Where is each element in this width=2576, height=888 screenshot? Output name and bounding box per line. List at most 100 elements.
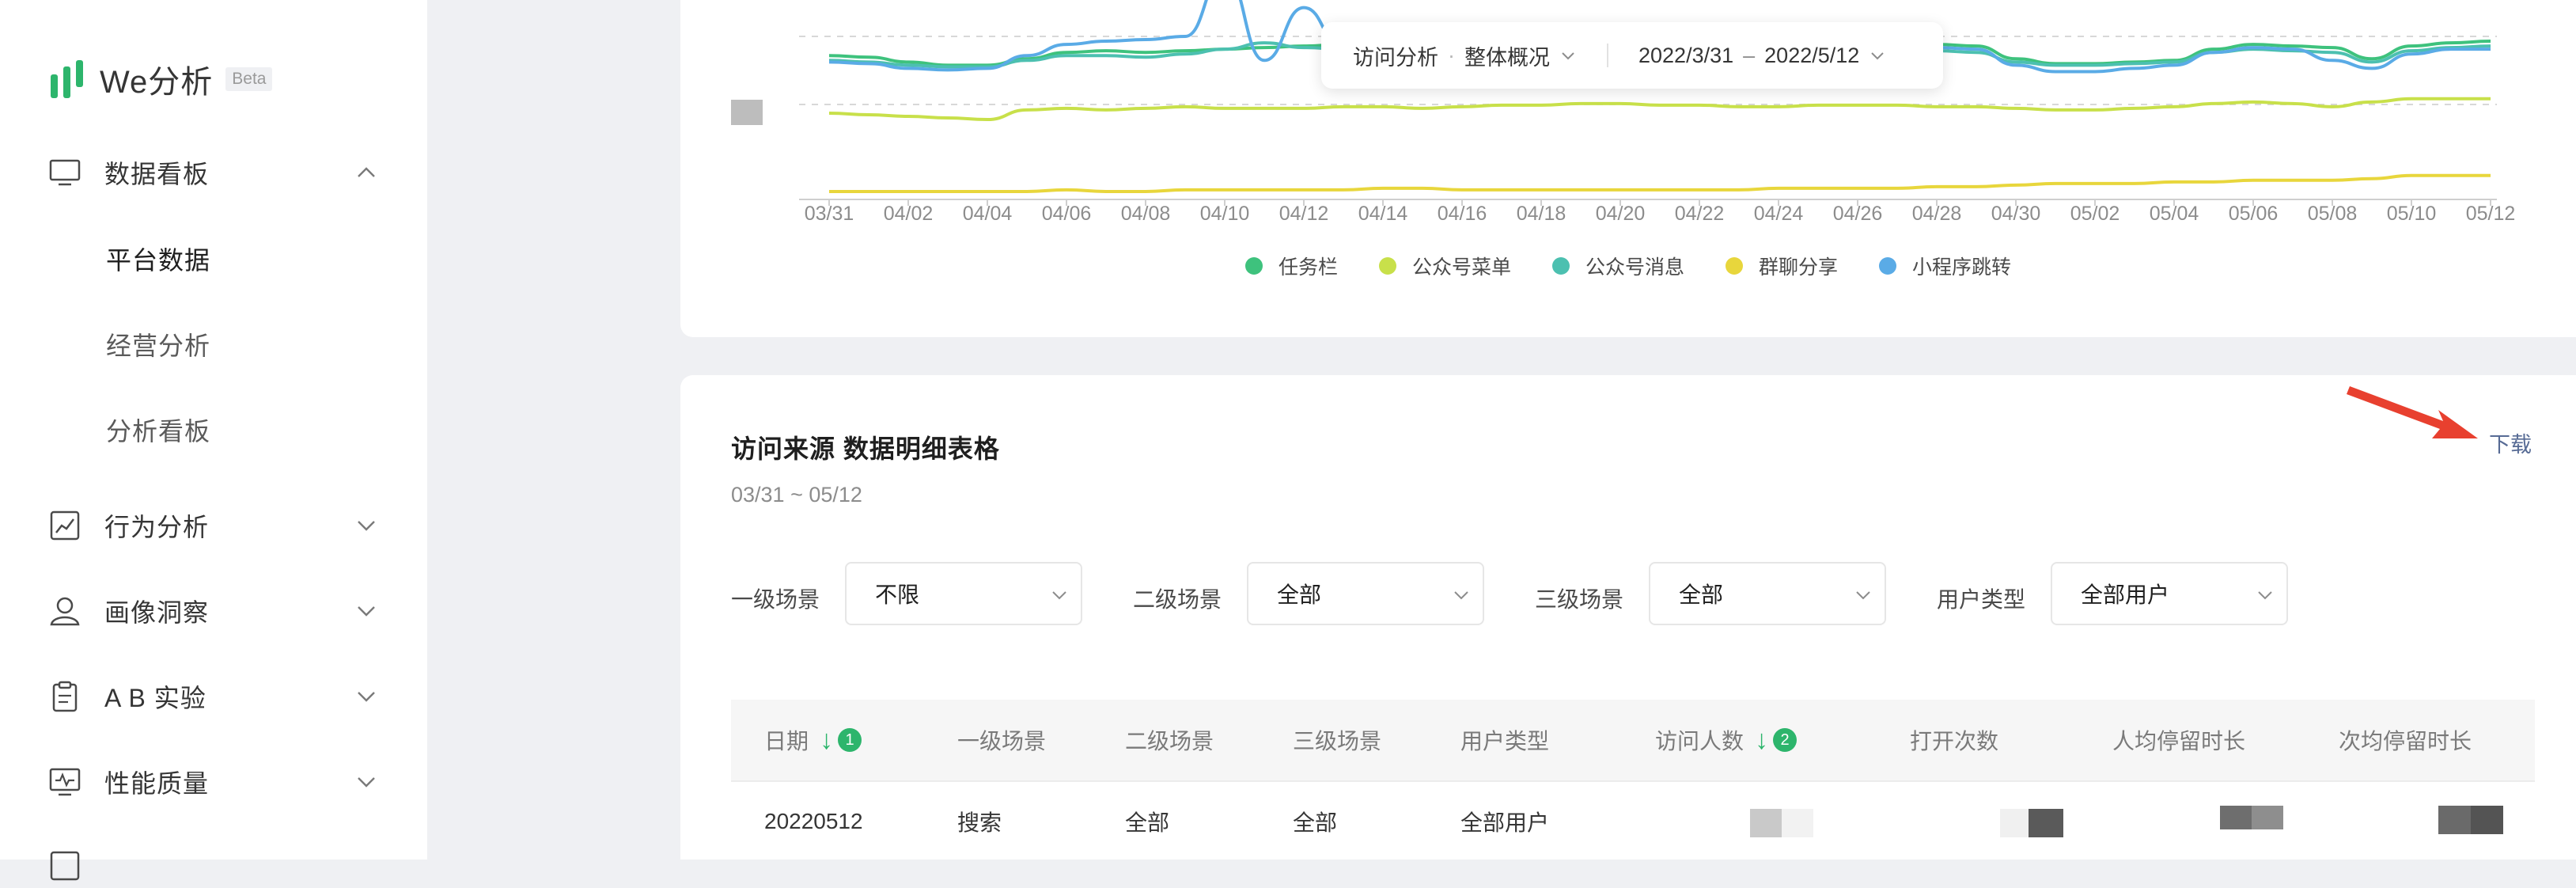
x-tick-label: 04/02 — [884, 203, 934, 225]
scope-label: 整体概况 — [1464, 45, 1550, 70]
legend-dot-icon — [1551, 257, 1570, 275]
legend-item[interactable]: 群聊分享 — [1726, 252, 1838, 280]
filter-value: 不限 — [875, 583, 920, 607]
we-analysis-logo-icon — [51, 60, 83, 98]
menu-item-behavior-analysis[interactable]: 行为分析 — [47, 503, 380, 548]
sort-order-badge: 2 — [1773, 728, 1798, 752]
menu-item-portrait-insight[interactable]: 画像洞察 — [47, 589, 380, 633]
chevron-down-icon — [1856, 591, 1870, 600]
cell-level3: 全部 — [1293, 810, 1338, 835]
date-separator: – — [1743, 43, 1756, 67]
x-tick-label: 04/24 — [1754, 203, 1804, 225]
metric-scope-selector[interactable]: 访问分析 · 整体概况 — [1353, 40, 1577, 71]
legend-item[interactable]: 公众号消息 — [1551, 252, 1684, 280]
brand[interactable]: We分析 Beta — [49, 57, 273, 101]
chart-legend: 任务栏 公众号菜单 公众号消息 群聊分享 小程序跳转 — [680, 252, 2576, 280]
analysis-filter-bar: 访问分析 · 整体概况 2022/3/31 – 2022/5/12 — [1321, 22, 1943, 89]
x-tick-label: 04/20 — [1596, 203, 1646, 225]
chevron-down-icon — [1871, 52, 1884, 60]
divider — [1607, 44, 1608, 67]
column-header-date[interactable]: 日期 ↓ 1 — [764, 700, 862, 780]
masked-visitors-value — [1750, 809, 1813, 837]
legend-item[interactable]: 公众号菜单 — [1378, 252, 1511, 280]
column-header-level2[interactable]: 二级场景 — [1125, 700, 1214, 780]
data-management-icon — [47, 848, 82, 883]
annotation-arrow — [2347, 386, 2478, 438]
detail-table-card: 访问来源 数据明细表格 03/31 ~ 05/12 下载 一级场景 不限 二级场… — [680, 375, 2576, 860]
column-header-visitors[interactable]: 访问人数 ↓ 2 — [1655, 700, 1798, 780]
table-row[interactable]: 20220512 搜索 全部 全部 全部用户 — [731, 780, 2535, 860]
submenu-item-platform-data[interactable]: 平台数据 — [106, 241, 210, 277]
submenu-item-analysis-board[interactable]: 分析看板 — [106, 412, 210, 448]
menu-item-partial[interactable] — [47, 844, 380, 888]
x-tick-label: 05/08 — [2308, 203, 2358, 225]
line-chart-icon — [47, 508, 82, 543]
date-end: 2022/5/12 — [1764, 43, 1860, 67]
x-tick-label: 04/10 — [1200, 203, 1250, 225]
chevron-down-icon — [358, 692, 375, 702]
filter-select-level3[interactable]: 全部 — [1649, 562, 1886, 625]
table-date-range: 03/31 ~ 05/12 — [731, 483, 862, 507]
menu-item-label: A B 实验 — [104, 684, 206, 712]
filter-select-level1[interactable]: 不限 — [845, 562, 1082, 625]
x-tick-label: 04/18 — [1517, 203, 1566, 225]
masked-avg-open-duration — [2438, 806, 2503, 834]
legend-item[interactable]: 任务栏 — [1244, 252, 1338, 280]
column-header-level3[interactable]: 三级场景 — [1293, 700, 1381, 780]
chevron-down-icon — [1562, 52, 1574, 60]
x-tick-label: 04/04 — [963, 203, 1013, 225]
x-tick-label: 04/08 — [1121, 203, 1171, 225]
column-header-user-type[interactable]: 用户类型 — [1460, 700, 1549, 780]
legend-dot-icon — [1879, 257, 1897, 275]
menu-item-dashboard[interactable]: 数据看板 — [47, 150, 380, 195]
legend-label: 任务栏 — [1278, 256, 1338, 279]
menu-item-ab-test[interactable]: A B 实验 — [47, 674, 380, 719]
x-tick-label: 04/30 — [1991, 203, 2041, 225]
column-header-opens[interactable]: 打开次数 — [1910, 700, 1998, 780]
x-tick-label: 04/22 — [1675, 203, 1725, 225]
filter-select-user-type[interactable]: 全部用户 — [2051, 562, 2288, 625]
x-tick-label: 04/16 — [1438, 203, 1487, 225]
x-tick-label: 03/31 — [805, 203, 854, 225]
series-line-3 — [829, 173, 2491, 193]
legend-dot-icon — [1378, 257, 1396, 275]
user-portrait-icon — [47, 594, 82, 628]
chevron-down-icon — [1052, 591, 1066, 600]
submenu-item-business-analysis[interactable]: 经营分析 — [106, 326, 210, 362]
metric-label: 访问分析 — [1353, 45, 1438, 70]
date-range-picker[interactable]: 2022/3/31 – 2022/5/12 — [1638, 44, 1886, 68]
masked-avg-user-duration — [2220, 806, 2283, 829]
filter-label-user-type: 用户类型 — [1937, 587, 2026, 612]
column-header-avg-duration-per-open[interactable]: 次均停留时长 — [2339, 700, 2472, 780]
x-tick-label: 05/12 — [2466, 203, 2516, 225]
menu-item-label: 行为分析 — [104, 513, 210, 541]
column-header-avg-duration-per-user[interactable]: 人均停留时长 — [2112, 700, 2245, 780]
chevron-up-icon — [358, 167, 375, 177]
clipboard-icon — [47, 679, 82, 714]
x-tick-label: 05/10 — [2387, 203, 2437, 225]
beta-badge: Beta — [225, 67, 273, 91]
y-axis-label-placeholder — [731, 100, 763, 125]
column-header-level1[interactable]: 一级场景 — [957, 700, 1046, 780]
x-tick-label: 05/04 — [2150, 203, 2199, 225]
sort-desc-icon: ↓ — [820, 724, 834, 755]
separator-dot: · — [1448, 43, 1455, 67]
monitor-icon — [47, 155, 82, 190]
menu-item-label: 数据看板 — [104, 160, 210, 188]
legend-dot-icon — [1726, 257, 1743, 275]
filter-value: 全部 — [1277, 583, 1322, 607]
legend-item[interactable]: 小程序跳转 — [1879, 252, 2011, 280]
filter-label-level2: 二级场景 — [1133, 587, 1222, 612]
x-tick-label: 04/28 — [1912, 203, 1962, 225]
menu-item-performance-quality[interactable]: 性能质量 — [47, 760, 380, 804]
column-label: 访问人数 — [1655, 729, 1744, 753]
cell-user-type: 全部用户 — [1460, 810, 1550, 835]
date-start: 2022/3/31 — [1638, 43, 1734, 67]
cell-date: 20220512 — [764, 809, 863, 833]
brand-name: We分析 — [100, 65, 214, 100]
filter-select-level2[interactable]: 全部 — [1247, 562, 1484, 625]
chevron-down-icon — [358, 521, 375, 531]
legend-dot-icon — [1244, 257, 1263, 275]
table-header: 日期 ↓ 1 一级场景 二级场景 三级场景 用户类型 访问人数 ↓ 2 打开次数… — [731, 700, 2535, 780]
cell-level2: 全部 — [1125, 810, 1170, 835]
